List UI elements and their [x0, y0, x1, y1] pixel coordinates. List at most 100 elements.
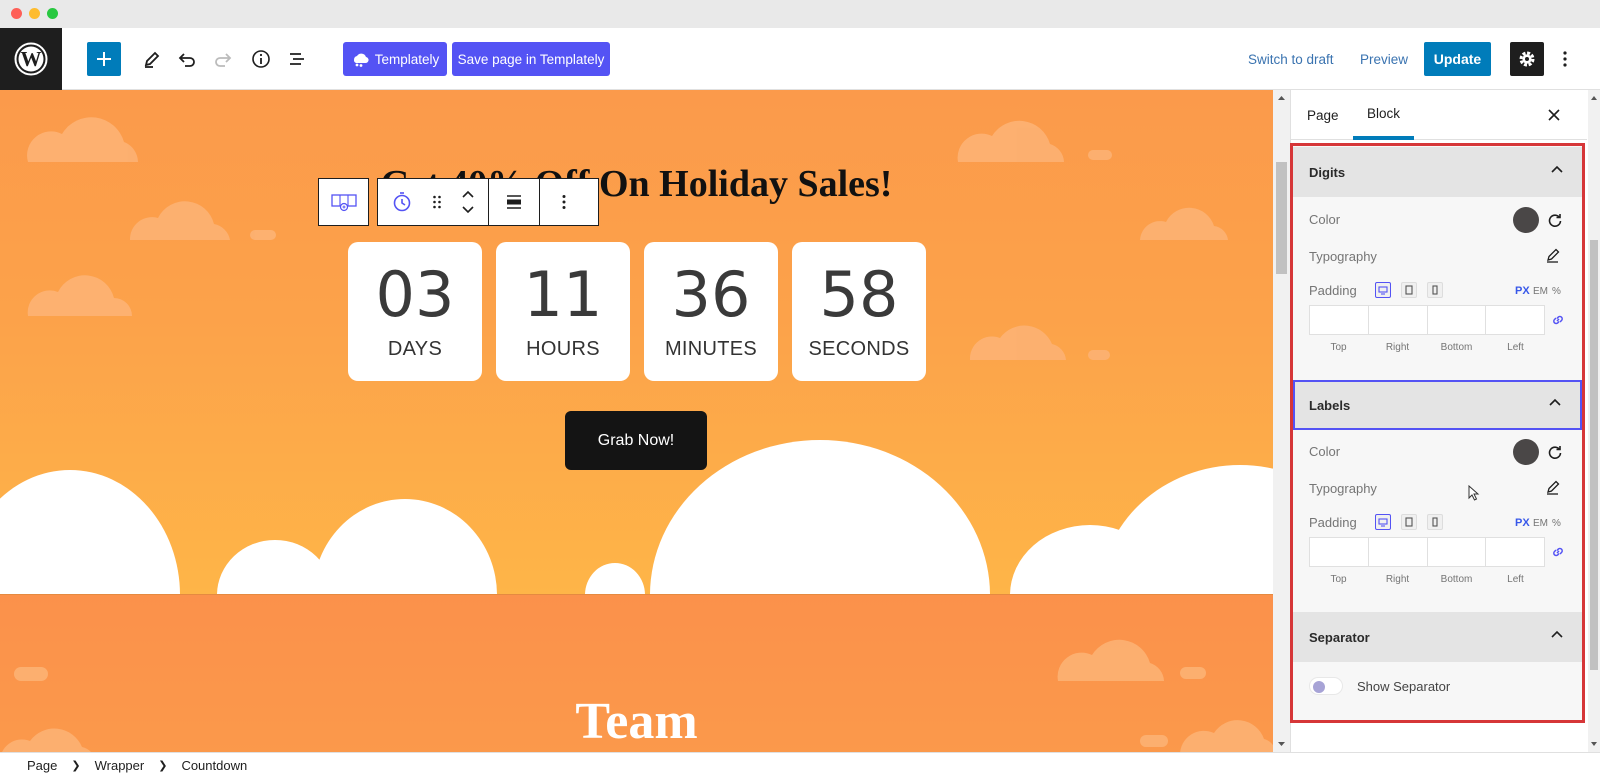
countdown-hours[interactable]: 11 HOURS	[496, 242, 630, 381]
canvas-scrollbar[interactable]	[1273, 90, 1290, 752]
chevron-down-icon[interactable]	[461, 205, 475, 215]
tools-button[interactable]	[135, 42, 169, 76]
mobile-device-icon[interactable]	[1427, 514, 1443, 530]
unit-px[interactable]: PX	[1515, 517, 1530, 529]
switch-to-draft-button[interactable]: Switch to draft	[1248, 42, 1334, 76]
more-vertical-icon	[1563, 51, 1567, 67]
tablet-device-icon[interactable]	[1401, 514, 1417, 530]
countdown-minutes[interactable]: 36 MINUTES	[644, 242, 778, 381]
padding-right-input[interactable]	[1369, 538, 1428, 566]
canvas-scroll-thumb[interactable]	[1276, 162, 1287, 274]
padding-left-input[interactable]	[1486, 306, 1544, 334]
unit-em[interactable]: EM	[1533, 518, 1548, 529]
unit-percent[interactable]: %	[1552, 286, 1561, 297]
show-separator-toggle[interactable]	[1309, 677, 1343, 695]
padding-right-input[interactable]	[1369, 306, 1428, 334]
grab-now-button[interactable]: Grab Now!	[565, 411, 707, 470]
countdown-seconds[interactable]: 58 SECONDS	[792, 242, 926, 381]
options-button[interactable]	[1554, 42, 1576, 76]
countdown-hours-label: HOURS	[526, 338, 600, 360]
more-vertical-icon	[562, 195, 566, 209]
countdown-seconds-value: 58	[819, 258, 899, 331]
edit-pencil-icon[interactable]	[1545, 479, 1561, 495]
scroll-down-icon[interactable]	[1273, 738, 1290, 750]
desktop-device-icon[interactable]	[1375, 514, 1391, 530]
redo-icon	[215, 53, 232, 67]
details-button[interactable]	[244, 42, 278, 76]
redo-button[interactable]	[206, 42, 240, 76]
wordpress-logo-icon[interactable]: W	[0, 28, 62, 90]
breadcrumb-wrapper[interactable]: Wrapper	[95, 758, 145, 773]
link-icon[interactable]	[1551, 545, 1565, 559]
unit-em[interactable]: EM	[1533, 286, 1548, 297]
countdown-days-label: DAYS	[387, 338, 443, 360]
scroll-down-icon[interactable]	[1588, 738, 1600, 750]
desktop-device-icon[interactable]	[1375, 282, 1391, 298]
scroll-up-icon[interactable]	[1273, 92, 1290, 104]
sidebar-scroll-thumb[interactable]	[1590, 240, 1598, 670]
block-options-button[interactable]	[540, 179, 588, 225]
labels-color-swatch[interactable]	[1513, 439, 1539, 465]
reset-icon[interactable]	[1547, 212, 1563, 228]
chevron-up-icon[interactable]	[461, 189, 475, 199]
list-view-button[interactable]	[280, 42, 314, 76]
hero-heading[interactable]: Get 40% Off On Holiday Sales!	[0, 162, 1273, 206]
countdown-section[interactable]: Get 40% Off On Holiday Sales! 03 DAYS 11…	[0, 90, 1273, 594]
padding-top-input[interactable]	[1310, 306, 1369, 334]
digits-panel-toggle[interactable]: Digits	[1293, 147, 1582, 197]
digits-padding-inputs	[1309, 305, 1545, 335]
countdown-days[interactable]: 03 DAYS	[348, 242, 482, 381]
sidebar-scrollbar[interactable]	[1588, 90, 1600, 752]
undo-button[interactable]	[170, 42, 204, 76]
reset-icon[interactable]	[1547, 444, 1563, 460]
team-heading[interactable]: Team	[0, 692, 1273, 751]
pad-label-left: Left	[1507, 342, 1524, 353]
templately-button[interactable]: Templately	[343, 42, 447, 76]
close-sidebar-button[interactable]	[1541, 102, 1567, 128]
maximize-window-button[interactable]	[47, 8, 58, 19]
block-type-button[interactable]	[378, 179, 426, 225]
link-icon[interactable]	[1551, 313, 1565, 327]
tab-block[interactable]: Block	[1353, 90, 1415, 140]
undo-icon	[178, 53, 195, 67]
scroll-up-icon[interactable]	[1588, 92, 1600, 104]
update-button[interactable]: Update	[1424, 42, 1491, 76]
plus-icon	[97, 52, 111, 66]
digits-padding-labels: Top Right Bottom Left	[1309, 342, 1545, 353]
padding-left-input[interactable]	[1486, 538, 1544, 566]
unit-percent[interactable]: %	[1552, 518, 1561, 529]
editor-canvas[interactable]: Get 40% Off On Holiday Sales! 03 DAYS 11…	[0, 90, 1273, 752]
block-toolbar	[377, 178, 599, 226]
edit-pencil-icon[interactable]	[1545, 247, 1561, 263]
save-in-templately-button[interactable]: Save page in Templately	[452, 42, 610, 76]
editor-toolbar: W Templately Save page in Templately Swi…	[0, 28, 1600, 90]
pad-label-bottom: Bottom	[1440, 342, 1473, 353]
tablet-device-icon[interactable]	[1401, 282, 1417, 298]
templately-logo-icon	[353, 53, 369, 67]
chevron-up-icon	[1551, 165, 1563, 173]
align-button[interactable]	[489, 179, 539, 225]
breadcrumb-page[interactable]: Page	[27, 758, 57, 773]
add-block-button[interactable]	[87, 42, 121, 76]
templately-label: Templately	[374, 51, 440, 67]
digits-color-swatch[interactable]	[1513, 207, 1539, 233]
breadcrumb-countdown[interactable]: Countdown	[181, 758, 247, 773]
unit-px[interactable]: PX	[1515, 285, 1530, 297]
gear-icon	[1519, 51, 1535, 67]
chevron-up-icon	[1549, 398, 1561, 406]
show-separator-label: Show Separator	[1357, 679, 1451, 694]
minimize-window-button[interactable]	[29, 8, 40, 19]
drag-handle[interactable]	[426, 179, 448, 225]
parent-block-button[interactable]	[318, 178, 369, 226]
close-window-button[interactable]	[11, 8, 22, 19]
tab-page[interactable]: Page	[1307, 90, 1339, 140]
padding-top-input[interactable]	[1310, 538, 1369, 566]
settings-button[interactable]	[1510, 42, 1544, 76]
padding-bottom-input[interactable]	[1428, 306, 1487, 334]
preview-button[interactable]: Preview	[1360, 42, 1408, 76]
padding-bottom-input[interactable]	[1428, 538, 1487, 566]
separator-panel-toggle[interactable]: Separator	[1293, 612, 1582, 662]
labels-panel-toggle[interactable]: Labels	[1293, 380, 1582, 430]
wrapper-block-icon	[330, 194, 357, 212]
mobile-device-icon[interactable]	[1427, 282, 1443, 298]
